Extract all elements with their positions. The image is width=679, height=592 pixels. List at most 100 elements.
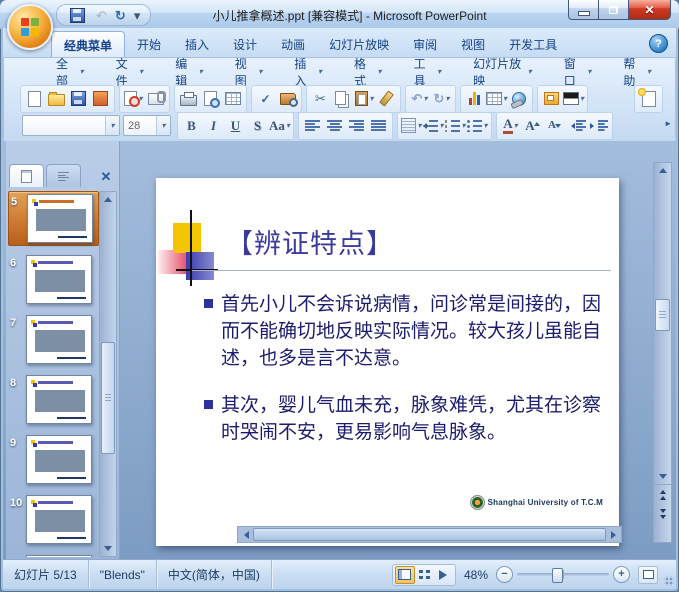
numbered-list-button[interactable]: ▾ xyxy=(445,115,466,136)
scroll-down-button[interactable] xyxy=(100,542,116,556)
resize-grip[interactable] xyxy=(662,560,676,589)
insert-table-button[interactable]: ▾ xyxy=(486,88,507,109)
copy-button[interactable] xyxy=(332,88,353,109)
hyperlink-button[interactable] xyxy=(508,88,529,109)
dropdown-arrow-icon: ▾ xyxy=(587,68,591,76)
scroll-up-button[interactable] xyxy=(654,163,671,177)
tab-slides-thumbnails[interactable] xyxy=(9,164,44,187)
shrink-font-button[interactable]: A xyxy=(544,115,565,136)
slide-sorter-button[interactable] xyxy=(416,567,434,583)
panel-scrollbar[interactable] xyxy=(99,191,117,557)
zoom-in-button[interactable]: + xyxy=(613,566,630,583)
new-button[interactable] xyxy=(24,88,45,109)
text-shadow-button[interactable]: S xyxy=(247,115,268,136)
photo-album-button[interactable] xyxy=(541,88,562,109)
paragraph-button[interactable]: ▾ xyxy=(401,115,422,136)
print-preview-button[interactable] xyxy=(200,88,221,109)
shape-style-button[interactable]: ▾ xyxy=(563,88,584,109)
permission-button[interactable]: ▾ xyxy=(123,88,144,109)
outline-tab-icon xyxy=(58,171,69,181)
print-button[interactable] xyxy=(178,88,199,109)
justify-button[interactable] xyxy=(368,115,389,136)
slide-bullet-1[interactable]: 首先小儿不会诉说病情，问诊常是间接的，因而不能确切地反映实际情况。较大孩儿虽能自… xyxy=(204,291,613,372)
close-button[interactable]: ✕ xyxy=(628,0,671,20)
office-button[interactable] xyxy=(7,4,53,50)
slide-number: 6 xyxy=(10,255,26,269)
font-size-select[interactable]: 28 ▾ xyxy=(123,115,171,136)
scroll-left-button[interactable] xyxy=(238,527,253,542)
fit-window-icon xyxy=(643,570,654,579)
zoom-level[interactable]: 48% xyxy=(464,568,488,582)
toolbar-overflow-button[interactable]: ► xyxy=(664,119,672,128)
horizontal-scrollbar[interactable] xyxy=(237,526,622,543)
scrollbar-thumb[interactable] xyxy=(101,342,115,454)
cut-button[interactable]: ✂ xyxy=(310,88,331,109)
research-button[interactable] xyxy=(277,88,298,109)
scrollbar-thumb[interactable] xyxy=(253,528,606,541)
table-button[interactable] xyxy=(222,88,243,109)
slide-number: 9 xyxy=(10,435,26,449)
underline-button[interactable]: U xyxy=(225,115,246,136)
align-right-button[interactable] xyxy=(346,115,367,136)
new-slide-button[interactable] xyxy=(638,88,659,109)
scrollbar-thumb[interactable] xyxy=(655,299,670,331)
slide-thumbnail-7[interactable]: 7 xyxy=(8,313,99,366)
slide-thumbnail-6[interactable]: 6 xyxy=(8,253,99,306)
fit-to-window-button[interactable] xyxy=(638,566,658,584)
zoom-slider-handle[interactable] xyxy=(552,568,563,583)
save-button-2[interactable] xyxy=(68,88,89,109)
slide-thumbnail-8[interactable]: 8 xyxy=(8,373,99,426)
slide-thumbnail-5[interactable]: 5 xyxy=(8,191,99,246)
undo-button-2[interactable]: ↶▾ xyxy=(409,88,430,109)
save-as-button[interactable] xyxy=(90,88,111,109)
align-center-button[interactable] xyxy=(324,115,345,136)
normal-view-button[interactable] xyxy=(395,566,415,584)
minimize-button[interactable] xyxy=(568,0,599,20)
insert-chart-button[interactable] xyxy=(464,88,485,109)
slide-thumbnail-9[interactable]: 9 xyxy=(8,433,99,486)
paste-button[interactable]: ▾ xyxy=(354,88,375,109)
slide-bullet-2[interactable]: 其次，婴儿气血未充，脉象难凭，尤其在诊察时哭闹不安，更易影响气息脉象。 xyxy=(204,392,613,446)
close-panel-button[interactable]: ✕ xyxy=(96,167,116,187)
font-color-button[interactable]: A▾ xyxy=(500,115,521,136)
attach-button[interactable] xyxy=(145,88,166,109)
save-button[interactable] xyxy=(67,5,88,26)
window-controls: ✕ xyxy=(569,0,671,20)
format-painter-button[interactable] xyxy=(376,88,397,109)
italic-button[interactable]: I xyxy=(203,115,224,136)
classic-menubar: 全部▾ 文件▾ 编辑▾ 视图▾ 插入▾ 格式▾ 工具▾ 幻灯片放映▾ 窗口▾ 帮… xyxy=(4,58,675,85)
line-spacing-button[interactable]: ▾ xyxy=(423,115,444,136)
vertical-scrollbar[interactable] xyxy=(653,162,672,543)
zoom-slider[interactable] xyxy=(517,573,609,576)
scroll-down-button[interactable] xyxy=(654,470,671,484)
font-name-select[interactable]: ▾ xyxy=(22,115,120,136)
slide-thumbnail-10[interactable]: 10 xyxy=(8,493,99,546)
customize-qat-dropdown[interactable]: ▾ xyxy=(134,9,141,22)
align-left-button[interactable] xyxy=(302,115,323,136)
slide-thumbnail-11[interactable]: 11 xyxy=(8,553,99,557)
bold-button[interactable]: B xyxy=(181,115,202,136)
restore-button[interactable] xyxy=(598,0,629,20)
change-case-button[interactable]: Aa▾ xyxy=(269,115,290,136)
slide-title[interactable]: 【辨证特点】 xyxy=(226,222,394,261)
zoom-out-button[interactable]: − xyxy=(496,566,513,583)
undo-button[interactable]: ↶ xyxy=(96,9,107,22)
bullet-list-button[interactable]: ▾ xyxy=(467,115,488,136)
decrease-indent-icon xyxy=(568,120,586,131)
next-slide-button[interactable] xyxy=(654,505,671,524)
previous-slide-button[interactable] xyxy=(654,484,671,504)
spellcheck-icon: ✓ xyxy=(260,92,270,106)
spelling-button[interactable]: ✓ xyxy=(255,88,276,109)
slideshow-view-button[interactable] xyxy=(435,567,453,583)
decrease-indent-button[interactable] xyxy=(566,115,587,136)
increase-indent-button[interactable] xyxy=(588,115,609,136)
help-button[interactable]: ? xyxy=(649,34,668,53)
grow-font-button[interactable]: A xyxy=(522,115,543,136)
open-button[interactable] xyxy=(46,88,67,109)
scroll-up-button[interactable] xyxy=(100,192,116,206)
tab-outline[interactable] xyxy=(46,164,81,187)
redo-button-2[interactable]: ↻▾ xyxy=(431,88,452,109)
slide-sorter-icon xyxy=(419,570,430,579)
scroll-right-button[interactable] xyxy=(606,527,621,542)
redo-button[interactable]: ↻ xyxy=(115,9,126,22)
